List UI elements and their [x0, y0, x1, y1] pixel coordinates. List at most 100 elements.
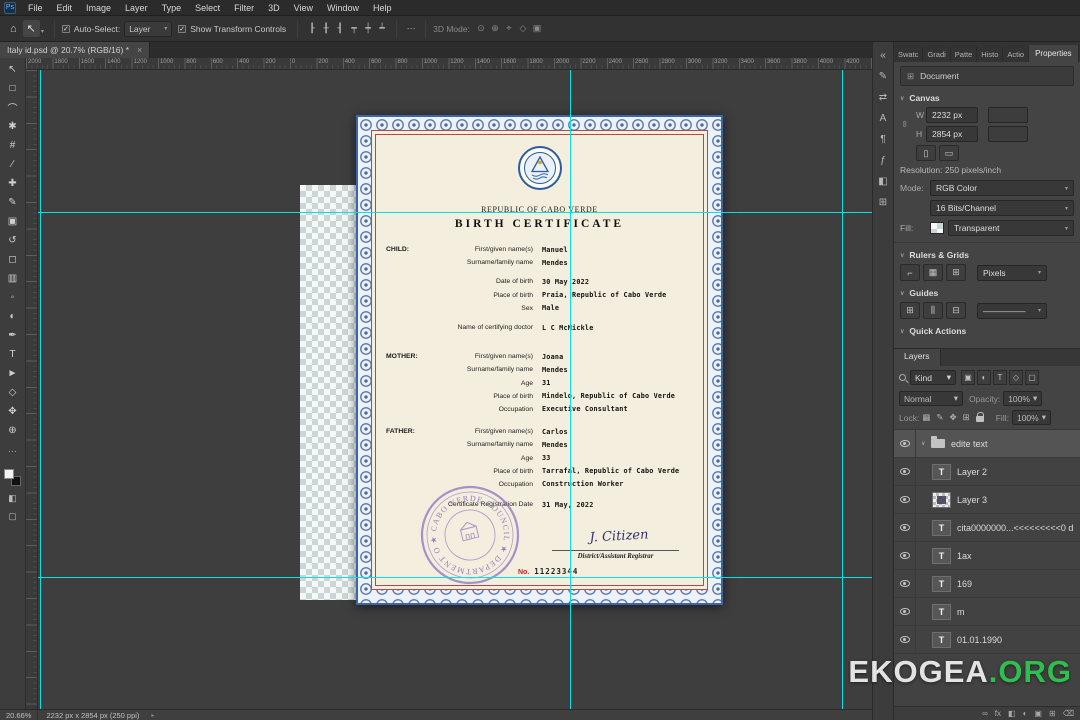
- adjustments-panel-icon[interactable]: ◧: [878, 171, 887, 192]
- height-field[interactable]: 2854 px: [926, 126, 978, 142]
- document-tab[interactable]: Italy id.psd @ 20.7% (RGB/16) * ×: [0, 42, 151, 58]
- marquee-tool[interactable]: □: [2, 79, 24, 98]
- quick-mask-icon[interactable]: ◧: [8, 493, 17, 504]
- opacity-field[interactable]: 100% ▾: [1003, 391, 1043, 406]
- 3d-slide-icon[interactable]: ◇: [516, 23, 530, 34]
- bit-depth-dropdown[interactable]: 16 Bits/Channel ▾: [930, 200, 1074, 216]
- horizontal-ruler[interactable]: 2000 1800 1600 1400 1200 1000 800 600 400 200 0 200…: [26, 58, 872, 70]
- tool-preset-caret-icon[interactable]: ▾: [41, 28, 44, 35]
- lock-artboard-icon[interactable]: ⊞: [963, 412, 970, 423]
- 3d-pan-icon[interactable]: ⌖: [502, 23, 516, 34]
- vertical-guide[interactable]: [842, 70, 843, 709]
- align-bottom-icon[interactable]: ┷: [375, 23, 389, 34]
- landscape-orientation-button[interactable]: ▭: [939, 145, 959, 161]
- layer-thumbnail[interactable]: [932, 491, 951, 508]
- horizontal-guide[interactable]: [38, 212, 872, 213]
- more-options-icon[interactable]: ⋯: [404, 23, 418, 34]
- foreground-background-swatches[interactable]: [4, 469, 21, 486]
- width-field[interactable]: 2232 px: [926, 107, 978, 123]
- menu-item[interactable]: View: [287, 0, 320, 16]
- align-top-icon[interactable]: ┯: [347, 23, 361, 34]
- show-transform-checkbox[interactable]: ✓: [178, 24, 187, 33]
- visibility-toggle[interactable]: [894, 570, 916, 597]
- guide-style-dropdown[interactable]: ————— ▾: [977, 302, 1047, 319]
- visibility-toggle[interactable]: [894, 598, 916, 625]
- layer-name[interactable]: edite text: [951, 439, 988, 449]
- pen-tool[interactable]: ✒: [2, 326, 24, 345]
- type-tool[interactable]: T: [2, 345, 24, 364]
- toggle-grid-icon[interactable]: ▦: [923, 264, 943, 281]
- layer-style-icon[interactable]: fx: [995, 709, 1001, 718]
- history-brush-tool[interactable]: ↺: [2, 231, 24, 250]
- layer-thumbnail[interactable]: [932, 603, 951, 620]
- toggle-pixel-grid-icon[interactable]: ⊞: [946, 264, 966, 281]
- fill-field[interactable]: 100% ▾: [1011, 410, 1051, 425]
- certificate-document[interactable]: REPUBLIC OF CABO VERDE BIRTH CERTIFICATE…: [356, 115, 723, 605]
- layer-name[interactable]: 169: [957, 579, 972, 589]
- zoom-level-field[interactable]: 20.66%: [0, 710, 39, 720]
- panel-tab[interactable]: Gradi: [923, 47, 951, 62]
- layer-name[interactable]: cita0000000...<<<<<<<<<0 d: [957, 523, 1073, 533]
- collapse-panels-icon[interactable]: «: [880, 45, 886, 66]
- layer-thumbnail[interactable]: [932, 547, 951, 564]
- home-icon[interactable]: ⌂: [10, 23, 17, 35]
- filter-shape-layers-icon[interactable]: ◇: [1009, 370, 1023, 385]
- panel-tab[interactable]: Actio: [1003, 47, 1030, 62]
- visibility-toggle[interactable]: [894, 626, 916, 653]
- guides-section-header[interactable]: ∨ Guides: [900, 288, 1074, 298]
- filter-pixel-layers-icon[interactable]: ▣: [961, 370, 975, 385]
- layer-thumbnail[interactable]: [932, 631, 951, 648]
- vertical-guide[interactable]: [40, 70, 41, 709]
- clear-guides-icon[interactable]: ⊟: [946, 302, 966, 319]
- edit-toolbar-icon[interactable]: ⋯: [2, 442, 24, 461]
- tab-properties[interactable]: Properties: [1029, 45, 1079, 62]
- menu-item[interactable]: Image: [79, 0, 118, 16]
- glyphs-panel-icon[interactable]: ƒ: [880, 150, 886, 171]
- menu-item[interactable]: File: [21, 0, 50, 16]
- layer-thumbnail[interactable]: [932, 575, 951, 592]
- menu-item[interactable]: Type: [155, 0, 189, 16]
- layer-row[interactable]: ∨ edite text: [894, 430, 1080, 458]
- canvas-fill-dropdown[interactable]: Transparent ▾: [948, 220, 1074, 236]
- new-layer-icon[interactable]: ⊞: [1049, 709, 1056, 718]
- eraser-tool[interactable]: ◻: [2, 250, 24, 269]
- filter-kind-dropdown[interactable]: Kind ▾: [910, 370, 956, 385]
- close-tab-icon[interactable]: ×: [137, 45, 142, 55]
- layer-thumbnail[interactable]: [932, 519, 951, 536]
- layer-row[interactable]: ∨ 01.01.1990: [894, 626, 1080, 654]
- shape-tool[interactable]: ◇: [2, 383, 24, 402]
- color-mode-dropdown[interactable]: RGB Color ▾: [930, 180, 1074, 196]
- link-dimensions-icon[interactable]: ∞: [900, 121, 910, 127]
- visibility-toggle[interactable]: [894, 486, 916, 513]
- paragraph-panel-icon[interactable]: ¶: [880, 129, 885, 150]
- dodge-tool[interactable]: ◐: [2, 307, 24, 326]
- layer-name[interactable]: 01.01.1990: [957, 635, 1002, 645]
- lock-pixels-icon[interactable]: ✎: [936, 412, 943, 423]
- foreground-color-swatch[interactable]: [4, 469, 14, 479]
- blend-mode-dropdown[interactable]: Normal ▾: [899, 391, 963, 406]
- auto-select-checkbox[interactable]: ✓: [61, 24, 70, 33]
- menu-item[interactable]: 3D: [261, 0, 287, 16]
- lock-transparency-icon[interactable]: ▦: [922, 412, 930, 423]
- libraries-panel-icon[interactable]: ⊞: [879, 192, 887, 213]
- screen-mode-icon[interactable]: ▢: [8, 511, 17, 522]
- layer-name[interactable]: m: [957, 607, 965, 617]
- expand-caret-icon[interactable]: ∨: [921, 440, 931, 447]
- layer-name[interactable]: Layer 3: [957, 495, 987, 505]
- zoom-tool[interactable]: ⊕: [2, 421, 24, 440]
- visibility-toggle[interactable]: [894, 514, 916, 541]
- canvas-section-header[interactable]: ∨ Canvas: [900, 93, 1074, 103]
- healing-brush-tool[interactable]: ✚: [2, 174, 24, 193]
- new-group-icon[interactable]: ▣: [1034, 709, 1042, 718]
- vertical-guide[interactable]: [570, 70, 571, 709]
- brush-tool[interactable]: ✎: [2, 193, 24, 212]
- canvas-area[interactable]: REPUBLIC OF CABO VERDE BIRTH CERTIFICATE…: [38, 70, 872, 709]
- align-horizontal-center-icon[interactable]: ╂: [319, 23, 333, 34]
- character-panel-icon[interactable]: A: [880, 108, 887, 129]
- auto-select-dropdown[interactable]: Layer ▾: [124, 20, 173, 37]
- 3d-scale-icon[interactable]: ▣: [530, 23, 544, 34]
- menu-item[interactable]: Layer: [118, 0, 155, 16]
- quick-selection-tool[interactable]: ✱: [2, 117, 24, 136]
- clone-source-icon[interactable]: ⇄: [879, 87, 887, 108]
- layer-name[interactable]: 1ax: [957, 551, 972, 561]
